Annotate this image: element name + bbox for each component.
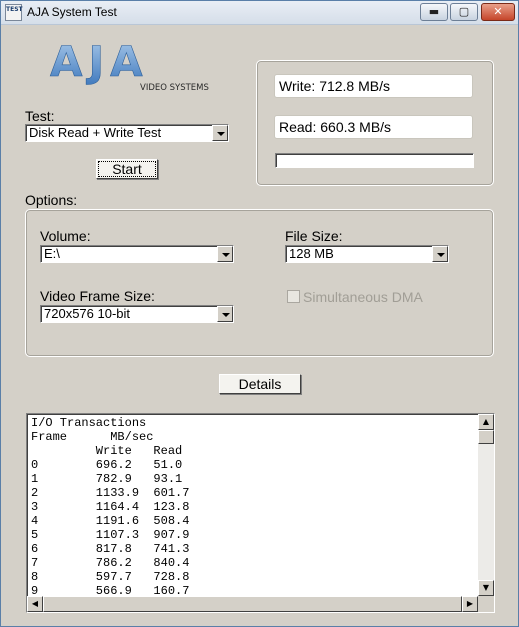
chevron-down-icon[interactable]	[212, 125, 228, 141]
horizontal-scroll-thumb[interactable]	[43, 596, 462, 612]
horizontal-scrollbar[interactable]: ◀ ▶	[27, 596, 478, 612]
log-text: I/O Transactions Frame MB/sec Write Read 0…	[31, 416, 471, 594]
options-label: Options:	[25, 192, 78, 208]
start-button[interactable]: Start	[96, 159, 158, 179]
volume-label: Volume:	[40, 228, 91, 244]
log-row: 2 1133.9 601.7	[31, 486, 190, 500]
logo-wordmark: AJA	[50, 38, 149, 86]
read-speed-readout: Read: 660.3 MB/s	[274, 115, 473, 139]
app-window: TEST AJA System Test ▬ ▢ ✕ AJA VIDEO SYS…	[0, 0, 519, 627]
test-label: Test:	[25, 108, 55, 124]
log-row: 8 597.7 728.8	[31, 570, 190, 584]
log-row: 4 1191.6 508.4	[31, 514, 190, 528]
minimize-button[interactable]: ▬	[420, 3, 448, 21]
log-row: 3 1164.4 123.8	[31, 500, 190, 514]
chevron-down-icon[interactable]	[217, 246, 233, 262]
test-select[interactable]: Disk Read + Write Test	[25, 124, 229, 142]
app-icon: TEST	[5, 4, 23, 21]
frame-size-label: Video Frame Size:	[40, 288, 155, 304]
frame-size-select-value: 720x576 10-bit	[44, 306, 131, 321]
scroll-left-icon[interactable]: ◀	[27, 596, 43, 612]
write-speed-readout: Write: 712.8 MB/s	[274, 74, 473, 98]
log-row: 0 696.2 51.0	[31, 458, 183, 472]
io-transactions-log[interactable]: I/O Transactions Frame MB/sec Write Read 0…	[26, 413, 495, 613]
progress-bar	[275, 153, 474, 168]
scroll-right-icon[interactable]: ▶	[462, 596, 478, 612]
log-title: I/O Transactions	[31, 416, 147, 430]
log-row: 9 566.9 160.7	[31, 584, 190, 594]
simultaneous-dma-checkbox[interactable]	[287, 290, 300, 303]
log-row: 6 817.8 741.3	[31, 542, 190, 556]
window-title: AJA System Test	[27, 5, 117, 19]
scrollbar-corner	[478, 596, 494, 612]
log-subheader: Write Read	[31, 444, 183, 458]
file-size-label: File Size:	[285, 228, 343, 244]
log-row: 1 782.9 93.1	[31, 472, 183, 486]
simultaneous-dma-label: Simultaneous DMA	[303, 289, 423, 305]
file-size-select-value: 128 MB	[289, 246, 334, 261]
vertical-scrollbar[interactable]: ▲ ▼	[478, 414, 494, 596]
test-select-value: Disk Read + Write Test	[29, 125, 162, 140]
vertical-scroll-thumb[interactable]	[478, 430, 494, 444]
aja-logo: AJA VIDEO SYSTEMS	[50, 38, 209, 93]
file-size-select[interactable]: 128 MB	[285, 245, 449, 263]
log-header: Frame MB/sec	[31, 430, 154, 444]
title-bar[interactable]: TEST AJA System Test ▬ ▢ ✕	[1, 1, 518, 25]
client-area: AJA VIDEO SYSTEMS Test: Disk Read + Writ…	[3, 26, 516, 624]
log-row: 5 1107.3 907.9	[31, 528, 190, 542]
chevron-down-icon[interactable]	[217, 306, 233, 322]
log-row: 7 786.2 840.4	[31, 556, 190, 570]
maximize-button[interactable]: ▢	[450, 3, 478, 21]
close-button[interactable]: ✕	[481, 3, 515, 21]
scroll-down-icon[interactable]: ▼	[478, 580, 494, 596]
volume-select-value: E:\	[44, 246, 60, 261]
chevron-down-icon[interactable]	[432, 246, 448, 262]
options-group	[25, 209, 494, 357]
scroll-up-icon[interactable]: ▲	[478, 414, 494, 430]
logo-tagline: VIDEO SYSTEMS	[140, 83, 209, 93]
frame-size-select[interactable]: 720x576 10-bit	[40, 305, 234, 323]
volume-select[interactable]: E:\	[40, 245, 234, 263]
details-button[interactable]: Details	[219, 374, 301, 394]
